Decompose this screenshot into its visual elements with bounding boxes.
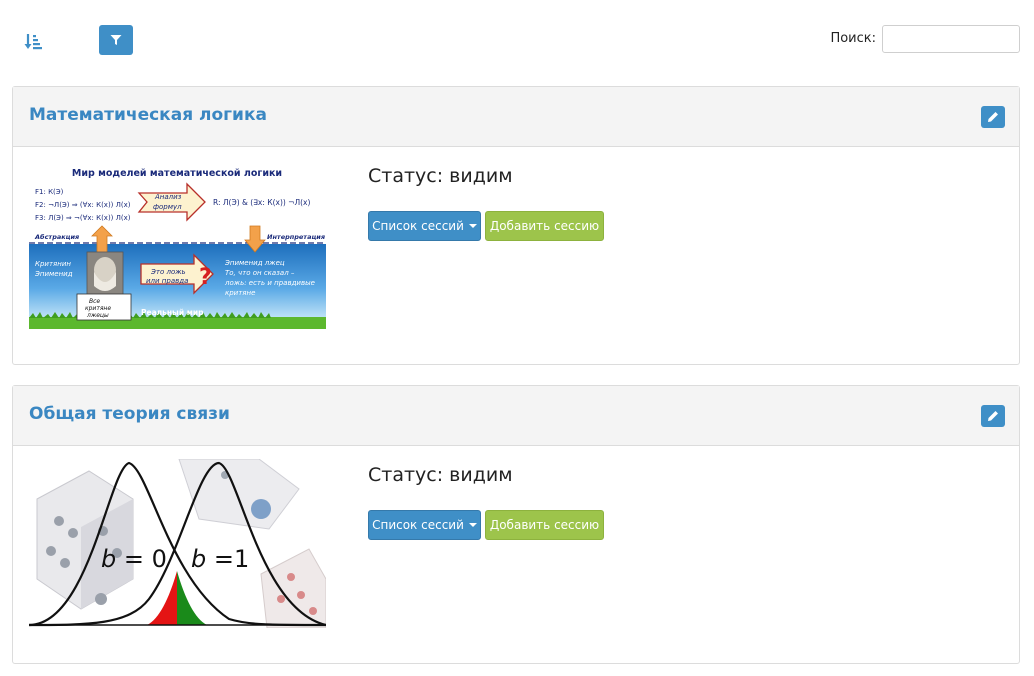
formula-f2: F2: ¬Л(Э) ⇒ (∀x: К(x)) Л(x)	[35, 201, 131, 209]
formula-f3: F3: Л(Э) ⇒ ¬(∀x: К(x)) Л(x)	[35, 214, 131, 222]
course-title[interactable]: Математическая логика	[29, 105, 267, 125]
edit-course-button[interactable]	[981, 405, 1005, 427]
pencil-icon	[988, 112, 998, 122]
liar-label-3: ложь: есть и правдивые	[224, 279, 315, 287]
course-card: Математическая логика Мир моделей матема…	[12, 86, 1020, 365]
course-title[interactable]: Общая теория связи	[29, 404, 230, 424]
label-b1-value: =1	[206, 545, 249, 573]
course-card-header: Математическая логика	[13, 87, 1019, 147]
liar-label-1: Эпименид лжец	[224, 259, 285, 267]
caret-down-icon	[468, 523, 477, 527]
label-b1-var: b	[191, 545, 206, 573]
sort-amount-down-icon[interactable]	[24, 32, 44, 50]
sign-text-1: Все	[89, 298, 100, 305]
sessions-list-label: Список сессий	[372, 518, 464, 532]
liar-label-4: критяне	[225, 289, 255, 297]
course-image-logic: Мир моделей математической логики F1: К(…	[29, 160, 326, 329]
course-card-header: Общая теория связи	[13, 386, 1019, 446]
result-formula: R: Л(Э) & (∃x: К(x)) ¬Л(x)	[213, 198, 310, 207]
svg-text:?: ?	[199, 265, 212, 290]
course-card: Общая теория связи b = 0 b =1 Статус: ви…	[12, 385, 1020, 664]
pencil-icon	[988, 411, 998, 421]
filter-button[interactable]	[99, 25, 133, 55]
formula-f1: F1: К(Э)	[35, 188, 64, 196]
course-image-communication: b = 0 b =1	[29, 459, 326, 628]
toolbar: Поиск:	[0, 0, 1034, 80]
interpretation-label: Интерпретация	[267, 233, 325, 241]
liar-label-2: То, что он сказал –	[225, 269, 295, 277]
sessions-list-button[interactable]: Список сессий	[368, 211, 481, 241]
label-b0-value: = 0	[116, 545, 167, 573]
search-label: Поиск:	[830, 31, 876, 46]
analysis-label-1: Анализ	[154, 193, 182, 201]
label-b0-var: b	[101, 545, 116, 573]
cretan-label-2: Эпименид	[34, 270, 73, 278]
svg-text:b = 0: b = 0	[101, 545, 167, 573]
sessions-list-label: Список сессий	[372, 219, 464, 233]
abstraction-label: Абстракция	[34, 233, 79, 241]
course-status: Статус: видим	[368, 464, 513, 486]
course-status: Статус: видим	[368, 165, 513, 187]
sign-text-2: критяне	[85, 305, 111, 312]
add-session-button[interactable]: Добавить сессию	[485, 211, 604, 241]
analysis-label-2: формул	[153, 203, 182, 211]
image-heading: Мир моделей математической логики	[72, 168, 282, 179]
filter-icon	[110, 35, 122, 45]
caret-down-icon	[468, 224, 477, 228]
search-input[interactable]	[882, 25, 1020, 53]
question-label-2: или правда	[146, 277, 188, 285]
edit-course-button[interactable]	[981, 106, 1005, 128]
svg-text:b =1: b =1	[191, 545, 249, 573]
real-world-label: Реальный мир	[141, 308, 204, 317]
sessions-list-button[interactable]: Список сессий	[368, 510, 481, 540]
add-session-button[interactable]: Добавить сессию	[485, 510, 604, 540]
question-label-1: Это ложь	[150, 268, 186, 276]
cretan-label-1: Критянин	[35, 260, 71, 268]
sign-text-3: лжецы	[86, 312, 109, 319]
